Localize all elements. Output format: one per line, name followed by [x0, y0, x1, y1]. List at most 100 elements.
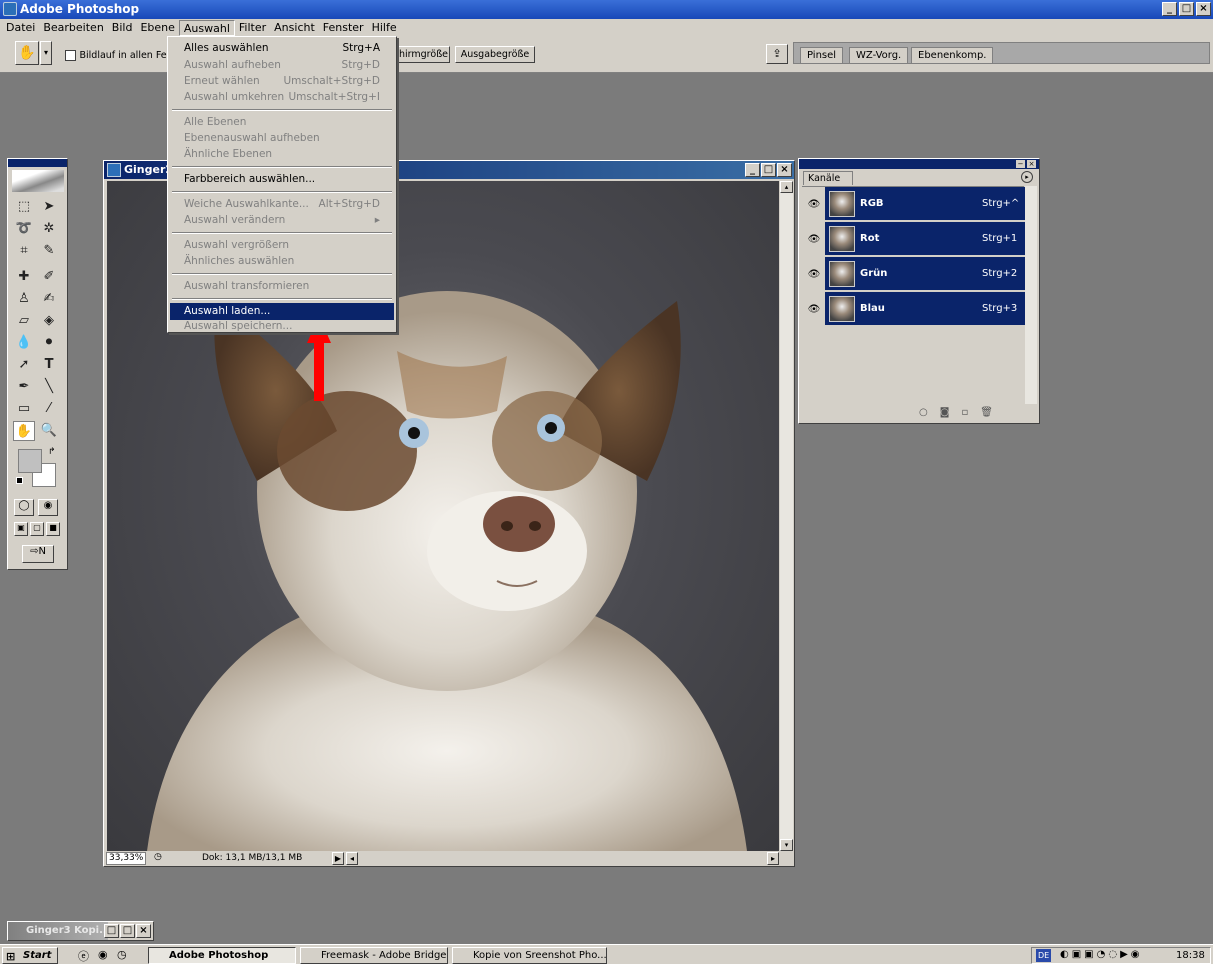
screen-mode-full-menu-icon[interactable]: ▢: [30, 522, 44, 536]
menu-item-auswahl-aufheben[interactable]: Auswahl aufheben Strg+D: [170, 57, 394, 74]
menu-item-auswahl-speichern[interactable]: Auswahl speichern...: [170, 318, 394, 335]
doc-close-button[interactable]: ×: [777, 163, 792, 177]
menu-item-aehnliche-ebenen[interactable]: Ähnliche Ebenen: [170, 146, 394, 163]
channel-row-blau[interactable]: Blau Strg+3: [825, 292, 1025, 326]
go-to-imageready-icon[interactable]: ⇪: [766, 44, 788, 64]
screen-mode-full-icon[interactable]: ■: [46, 522, 60, 536]
language-indicator[interactable]: DE: [1036, 949, 1052, 962]
menu-item-farbbereich-auswaehlen[interactable]: Farbbereich auswählen...: [170, 171, 394, 188]
well-tab-ebenenkomp[interactable]: Ebenenkomp.: [911, 47, 994, 63]
panel-menu-icon[interactable]: ▸: [1021, 171, 1033, 183]
minimize-button[interactable]: _: [1162, 2, 1177, 16]
clock-quicklaunch-icon[interactable]: ◷: [117, 948, 127, 961]
preset-dropdown-arrow-icon[interactable]: ▾: [40, 41, 52, 65]
default-colors-icon[interactable]: [16, 477, 23, 484]
task-adobe-bridge[interactable]: Freemask - Adobe Bridge: [300, 947, 448, 964]
move-tool-icon[interactable]: ➤: [38, 197, 60, 217]
firefox-quicklaunch-icon[interactable]: ◉: [98, 948, 108, 961]
menu-item-weiche-auswahlkante[interactable]: Weiche Auswahlkante... Alt+Strg+D: [170, 196, 394, 213]
menu-fenster[interactable]: Fenster: [319, 20, 368, 36]
status-menu-arrow-icon[interactable]: ▶: [332, 852, 344, 865]
slice-tool-icon[interactable]: ✎: [38, 241, 60, 261]
scroll-right-arrow-icon[interactable]: ▸: [767, 852, 779, 865]
standard-mode-icon[interactable]: ◯: [14, 499, 34, 516]
channel-row-gruen[interactable]: Grün Strg+2: [825, 257, 1025, 291]
scroll-up-arrow-icon[interactable]: ▴: [780, 181, 793, 193]
hand-tool-preset-icon[interactable]: ✋: [15, 41, 39, 65]
start-button[interactable]: ⊞ Start: [2, 947, 58, 964]
lasso-tool-icon[interactable]: ➰: [13, 219, 35, 239]
visibility-eye-icon[interactable]: 👁: [807, 304, 821, 316]
toolbox-header[interactable]: [8, 159, 67, 167]
foreground-color-swatch[interactable]: [18, 449, 42, 473]
doc-maximize-button[interactable]: □: [761, 163, 776, 177]
save-selection-as-channel-icon[interactable]: ◙: [940, 407, 962, 418]
path-selection-tool-icon[interactable]: ➚: [13, 355, 35, 375]
dodge-tool-icon[interactable]: ⚫: [38, 333, 60, 353]
menu-item-aehnliches-auswaehlen[interactable]: Ähnliches auswählen: [170, 253, 394, 270]
menu-item-auswahl-transformieren[interactable]: Auswahl transformieren: [170, 278, 394, 295]
scroll-down-arrow-icon[interactable]: ▾: [780, 839, 793, 851]
load-channel-as-selection-icon[interactable]: ○: [919, 407, 940, 418]
brush-tool-icon[interactable]: ✐: [38, 267, 60, 287]
visibility-eye-icon[interactable]: 👁: [807, 234, 821, 246]
task-word-document[interactable]: Kopie von Sreenshot Pho...: [452, 947, 607, 964]
menu-item-erneut-waehlen[interactable]: Erneut wählen Umschalt+Strg+D: [170, 73, 394, 90]
channels-scrollbar[interactable]: [1025, 186, 1037, 404]
history-brush-tool-icon[interactable]: ✍: [38, 289, 60, 309]
scroll-all-windows-option[interactable]: Bildlauf in allen Fens: [65, 48, 178, 61]
maximize-button[interactable]: □: [1179, 2, 1194, 16]
menu-item-alles-auswaehlen[interactable]: Alles auswählen Strg+A: [170, 40, 394, 57]
screen-size-button[interactable]: hirmgröße: [396, 46, 450, 63]
well-tab-pinsel[interactable]: Pinsel: [800, 47, 844, 63]
menu-ebene[interactable]: Ebene: [136, 20, 178, 36]
channel-row-rgb[interactable]: RGB Strg+^: [825, 187, 1025, 221]
marquee-tool-icon[interactable]: ⬚: [13, 197, 35, 217]
magic-wand-tool-icon[interactable]: ✲: [38, 219, 60, 239]
channel-row-rot[interactable]: Rot Strg+1: [825, 222, 1025, 256]
eraser-tool-icon[interactable]: ▱: [13, 311, 35, 331]
restore-button[interactable]: □: [104, 924, 119, 938]
channels-panel-header[interactable]: − ×: [799, 159, 1039, 169]
visibility-eye-icon[interactable]: 👁: [807, 269, 821, 281]
close-button[interactable]: ×: [1196, 2, 1211, 16]
tab-kanaele[interactable]: Kanäle: [803, 171, 854, 185]
menu-auswahl[interactable]: Auswahl: [178, 20, 235, 36]
panel-minimize-icon[interactable]: −: [1016, 160, 1025, 168]
menu-item-ebenenauswahl-aufheben[interactable]: Ebenenauswahl aufheben: [170, 130, 394, 147]
menu-filter[interactable]: Filter: [235, 20, 270, 36]
new-channel-icon[interactable]: ▫: [961, 407, 980, 418]
delete-channel-icon[interactable]: 🗑: [980, 407, 1005, 418]
jump-to-imageready-icon[interactable]: ⇨N: [22, 545, 54, 563]
pen-tool-icon[interactable]: ✒: [13, 377, 35, 397]
type-tool-icon[interactable]: T: [38, 355, 60, 375]
menu-bild[interactable]: Bild: [108, 20, 137, 36]
doc-minimize-button[interactable]: _: [745, 163, 760, 177]
document-vertical-scrollbar[interactable]: ▴ ▾: [780, 181, 793, 851]
tray-icons[interactable]: ◐▣▣◔◌▶◉: [1060, 949, 1143, 960]
healing-brush-tool-icon[interactable]: ✚: [13, 267, 35, 287]
zoom-tool-icon[interactable]: 🔍: [38, 421, 60, 441]
menu-item-alle-ebenen[interactable]: Alle Ebenen: [170, 114, 394, 131]
menu-hilfe[interactable]: Hilfe: [368, 20, 401, 36]
blur-tool-icon[interactable]: 💧: [13, 333, 35, 353]
menu-bearbeiten[interactable]: Bearbeiten: [39, 20, 107, 36]
maximize-button[interactable]: □: [120, 924, 135, 938]
screen-mode-standard-icon[interactable]: ▣: [14, 522, 28, 536]
hand-tool-icon[interactable]: ✋: [13, 421, 35, 441]
quick-mask-mode-icon[interactable]: ◉: [38, 499, 58, 516]
close-button[interactable]: ×: [136, 924, 151, 938]
menu-item-auswahl-vergroessern[interactable]: Auswahl vergrößern: [170, 237, 394, 254]
minimized-document-window[interactable]: Ginger3 Kopi... □ □ ×: [7, 921, 154, 941]
visibility-eye-icon[interactable]: 👁: [807, 199, 821, 211]
menu-item-auswahl-umkehren[interactable]: Auswahl umkehren Umschalt+Strg+I: [170, 89, 394, 106]
menu-datei[interactable]: Datei: [2, 20, 39, 36]
well-tab-wz-vorg[interactable]: WZ-Vorg.: [849, 47, 909, 63]
crop-tool-icon[interactable]: ⌗: [13, 241, 35, 261]
swap-colors-icon[interactable]: ↱: [48, 447, 56, 457]
line-tool-icon[interactable]: ╲: [38, 377, 60, 397]
task-adobe-photoshop[interactable]: Adobe Photoshop: [148, 947, 296, 964]
menu-ansicht[interactable]: Ansicht: [270, 20, 319, 36]
print-size-button[interactable]: Ausgabegröße: [455, 46, 535, 63]
scroll-all-checkbox[interactable]: [65, 49, 76, 61]
